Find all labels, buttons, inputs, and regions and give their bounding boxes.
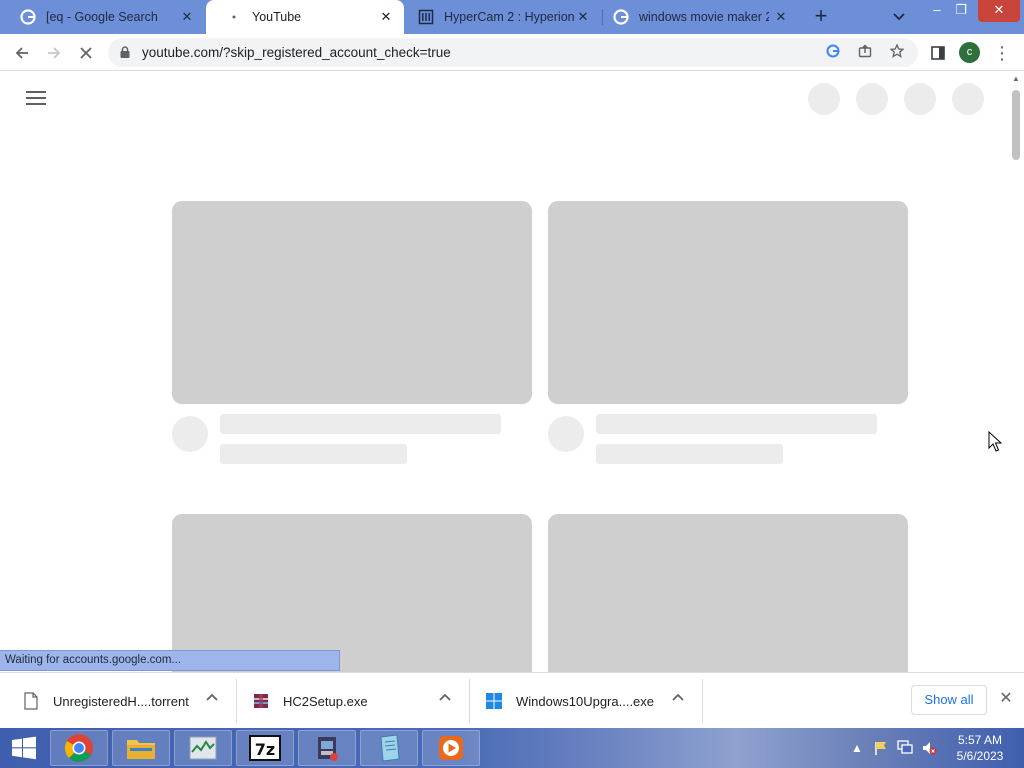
downloads-bar: UnregisteredH....torrent HC2Setup.exe Wi… <box>0 672 1024 728</box>
show-hidden-icons-chevron-icon[interactable]: ▲ <box>848 740 866 756</box>
meta-placeholder <box>596 444 783 464</box>
video-thumbnail-placeholder <box>172 514 532 672</box>
action-center-flag-icon[interactable] <box>872 740 890 756</box>
stop-loading-icon[interactable] <box>72 39 100 67</box>
tab-youtube[interactable]: YouTube ✕ <box>206 0 404 34</box>
task-manager-icon[interactable] <box>174 730 232 766</box>
tab-title: windows movie maker 2012 <box>639 10 769 24</box>
tab-title: [eq - Google Search <box>46 10 158 24</box>
status-bubble: Waiting for accounts.google.com... <box>0 650 340 671</box>
close-downloads-icon[interactable]: ✕ <box>996 689 1016 709</box>
clock-time: 5:57 AM <box>957 733 1003 747</box>
mouse-cursor-icon <box>988 430 1003 453</box>
clock-date: 5/6/2023 <box>956 749 1004 763</box>
download-item[interactable]: UnregisteredH....torrent <box>22 679 189 723</box>
channel-avatar-placeholder <box>548 416 584 452</box>
notepad-icon[interactable] <box>360 730 418 766</box>
google-lens-icon[interactable] <box>822 42 844 64</box>
video-thumbnail-placeholder <box>548 514 908 672</box>
scroll-up-arrow-icon[interactable]: ▲ <box>1011 74 1021 84</box>
video-thumbnail-placeholder <box>548 201 908 404</box>
file-icon <box>22 691 40 711</box>
lock-icon[interactable] <box>118 45 132 59</box>
back-button[interactable] <box>8 39 36 67</box>
side-panel-icon[interactable] <box>924 39 952 67</box>
chevron-up-icon[interactable] <box>437 689 453 705</box>
share-icon[interactable] <box>854 42 876 64</box>
tab-title: HyperCam 2 : Hyperionics <box>444 10 574 24</box>
file-explorer-icon[interactable] <box>112 730 170 766</box>
google-icon <box>613 9 629 25</box>
url-text: youtube.com/?skip_registered_account_che… <box>142 45 451 60</box>
winrar-icon <box>252 691 270 711</box>
bookmark-star-icon[interactable] <box>886 42 908 64</box>
browser-toolbar: youtube.com/?skip_registered_account_che… <box>0 34 1024 71</box>
skeleton-circle <box>952 83 984 115</box>
scrollbar[interactable] <box>1009 72 1024 672</box>
more-menu-icon[interactable]: ⋮ <box>992 39 1012 67</box>
tab-search-chevron-icon[interactable] <box>888 6 910 28</box>
volume-muted-icon[interactable] <box>920 740 938 756</box>
chevron-up-icon[interactable] <box>204 689 220 705</box>
download-filename: UnregisteredH....torrent <box>53 693 189 709</box>
tab-close-icon[interactable]: ✕ <box>575 9 591 25</box>
hypercam-icon[interactable] <box>298 730 356 766</box>
windows-taskbar: 7z ▲ 5:57 AM 5/6/2023 <box>0 728 1024 768</box>
download-item[interactable]: Windows10Upgra....exe <box>485 679 654 723</box>
svg-text:7z: 7z <box>255 740 275 759</box>
video-thumbnail-placeholder <box>172 201 532 404</box>
tab-title: YouTube <box>252 10 302 24</box>
tab-close-icon[interactable]: ✕ <box>773 9 789 25</box>
network-icon[interactable] <box>896 740 914 756</box>
restore-button[interactable]: ❐ <box>946 0 976 22</box>
chevron-up-icon[interactable] <box>670 689 686 705</box>
youtube-page: ▲ <box>0 72 1024 672</box>
divider <box>702 679 703 723</box>
hamburger-menu-icon[interactable] <box>26 90 46 106</box>
profile-avatar[interactable]: c <box>959 42 980 63</box>
loading-dot-icon <box>226 9 242 25</box>
meta-placeholder <box>220 444 407 464</box>
archive-icon <box>418 9 434 25</box>
start-button[interactable] <box>0 730 48 766</box>
skeleton-circle <box>904 83 936 115</box>
tab-close-icon[interactable]: ✕ <box>378 9 394 25</box>
download-item[interactable]: HC2Setup.exe <box>252 679 368 723</box>
tab-windows-movie-maker[interactable]: windows movie maker 2012 ✕ <box>603 0 799 34</box>
windows-icon <box>485 691 503 711</box>
divider <box>469 679 470 723</box>
7zip-icon[interactable]: 7z <box>236 730 294 766</box>
tab-hypercam[interactable]: HyperCam 2 : Hyperionics ✕ <box>404 0 601 34</box>
address-bar[interactable]: youtube.com/?skip_registered_account_che… <box>108 38 918 67</box>
google-icon <box>20 9 36 25</box>
title-placeholder <box>220 414 501 434</box>
download-filename: Windows10Upgra....exe <box>516 693 655 709</box>
tab-google-search[interactable]: [eq - Google Search ✕ <box>0 0 205 34</box>
show-all-button[interactable]: Show all <box>911 685 987 715</box>
chrome-icon[interactable] <box>50 730 108 766</box>
taskbar-clock[interactable]: 5:57 AM 5/6/2023 <box>950 732 1010 764</box>
scrollbar-thumb[interactable] <box>1012 90 1020 160</box>
tab-close-icon[interactable]: ✕ <box>179 9 195 25</box>
skeleton-circle <box>808 83 840 115</box>
title-placeholder <box>596 414 877 434</box>
media-player-icon[interactable] <box>422 730 480 766</box>
download-filename: HC2Setup.exe <box>283 693 368 709</box>
channel-avatar-placeholder <box>172 416 208 452</box>
tab-strip: [eq - Google Search ✕ YouTube ✕ HyperCam… <box>0 0 1024 34</box>
divider <box>236 679 237 723</box>
skeleton-circle <box>856 83 888 115</box>
forward-button[interactable] <box>40 39 68 67</box>
close-window-button[interactable]: ✕ <box>978 0 1020 22</box>
new-tab-button[interactable]: + <box>808 5 834 29</box>
